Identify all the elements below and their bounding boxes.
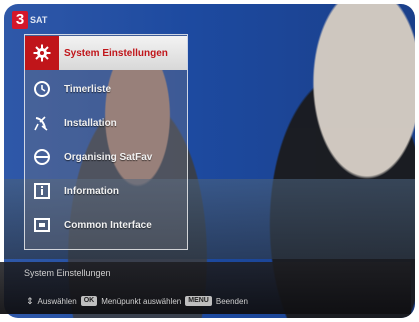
menu-item-timer-list[interactable]: Timerliste [25, 72, 187, 106]
key-hints: ⇕ Auswählen OK Menüpunkt auswählen MENU … [26, 296, 248, 306]
menu-key-badge: MENU [185, 296, 212, 306]
menu-item-label: System Einstellungen [64, 47, 168, 59]
menu-item-information[interactable]: Information [25, 174, 187, 208]
channel-logo: 3 SAT [12, 10, 47, 30]
hint-label-menu-item: Menüpunkt auswählen [101, 296, 182, 306]
menu-item-label: Timerliste [64, 83, 112, 95]
menu-item-organising-satfav[interactable]: Organising SatFav [25, 140, 187, 174]
hint-label-exit: Beenden [215, 296, 248, 306]
main-menu: System Einstellungen Timerliste Installa… [24, 34, 188, 250]
menu-item-installation[interactable]: Installation [25, 106, 187, 140]
menu-item-system-settings[interactable]: System Einstellungen [25, 36, 187, 70]
info-icon [32, 181, 52, 201]
menu-item-label: Common Interface [64, 219, 152, 231]
ok-key-badge: OK [80, 296, 98, 306]
hint-label-select: Auswählen [37, 296, 77, 306]
no-sign-icon [32, 147, 52, 167]
clock-icon [32, 79, 52, 99]
channel-logo-number: 3 [12, 11, 28, 29]
ci-slot-icon [32, 215, 52, 235]
satellite-dish-icon [32, 113, 52, 133]
menu-item-common-interface[interactable]: Common Interface [25, 208, 187, 242]
menu-item-label: Information [64, 185, 119, 197]
menu-item-label: Organising SatFav [64, 151, 153, 163]
status-title: System Einstellungen [24, 268, 111, 278]
menu-item-label: Installation [64, 117, 117, 129]
channel-logo-text: SAT [30, 15, 48, 25]
gear-icon [32, 43, 52, 63]
up-down-arrows-icon: ⇕ [26, 295, 34, 306]
